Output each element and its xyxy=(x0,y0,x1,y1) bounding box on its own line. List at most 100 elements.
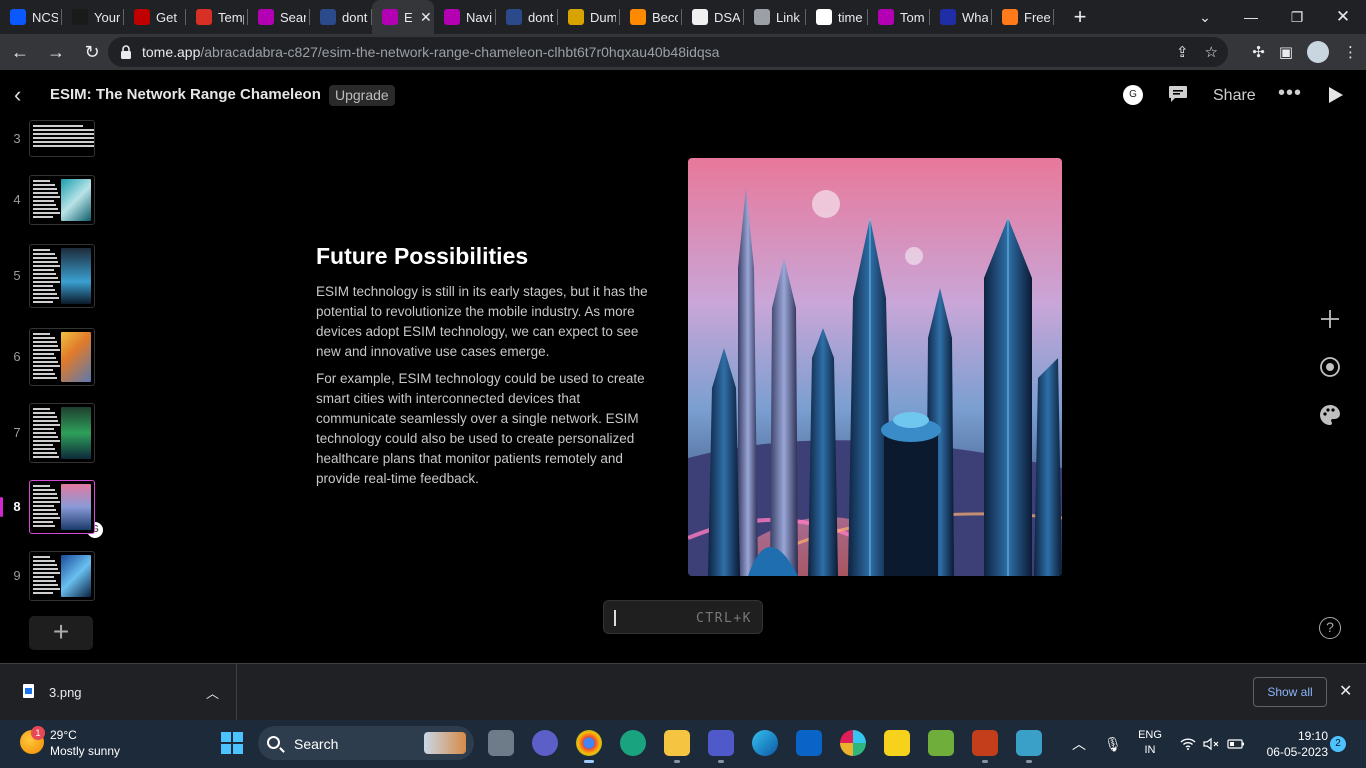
side-panel-icon[interactable]: ▣ xyxy=(1279,43,1293,61)
browser-tab[interactable]: E ✕ xyxy=(372,0,434,34)
lock-icon[interactable] xyxy=(120,45,132,59)
browser-tab[interactable]: DSA xyxy=(682,0,744,34)
meet-camera-icon[interactable] xyxy=(532,730,558,756)
slide-thumbnail-row[interactable]: 6 xyxy=(0,328,110,386)
theme-palette-icon[interactable] xyxy=(1318,403,1342,427)
taskbar-search[interactable]: Search xyxy=(258,726,474,760)
close-window-button[interactable]: ✕ xyxy=(1320,0,1366,34)
browser-tab[interactable]: Tom xyxy=(868,0,930,34)
play-presentation-icon[interactable] xyxy=(1329,87,1343,103)
task-view-icon[interactable] xyxy=(488,730,514,756)
windows-start-icon[interactable] xyxy=(221,732,243,754)
volume-muted-icon[interactable] xyxy=(1203,720,1219,768)
browser-tab[interactable]: Temp xyxy=(186,0,248,34)
browser-tab[interactable]: Your xyxy=(62,0,124,34)
bookmark-star-icon[interactable]: ☆ xyxy=(1205,43,1218,61)
browser-tab[interactable]: Navi xyxy=(434,0,496,34)
futuristic-city-image[interactable] xyxy=(688,158,1062,576)
browser-tab-title: Temp xyxy=(218,9,244,25)
new-tab-button[interactable]: + xyxy=(1064,0,1096,34)
slide-thumbnail[interactable] xyxy=(29,328,95,386)
slide-thumbnail[interactable] xyxy=(29,480,95,534)
powerpoint-icon[interactable] xyxy=(972,730,998,763)
browser-tab[interactable]: Wha xyxy=(930,0,992,34)
command-input[interactable]: CTRL+K xyxy=(603,600,763,634)
more-options-icon[interactable]: ••• xyxy=(1278,82,1302,105)
file-explorer-icon[interactable] xyxy=(664,730,690,763)
forward-button[interactable]: → xyxy=(40,36,72,68)
help-icon[interactable]: ? xyxy=(1319,617,1341,639)
show-all-button[interactable]: Show all xyxy=(1253,677,1327,707)
mail-favicon-icon xyxy=(196,9,212,25)
slide-thumbnail-row[interactable]: 8 xyxy=(0,480,110,534)
notepad-icon[interactable] xyxy=(1016,730,1042,763)
comment-icon[interactable] xyxy=(1168,85,1188,103)
minimize-button[interactable]: — xyxy=(1228,0,1274,34)
profile-avatar[interactable] xyxy=(1307,41,1329,63)
slide-paragraph-2[interactable]: For example, ESIM technology could be us… xyxy=(316,369,664,489)
extensions-puzzle-icon[interactable]: ✣ xyxy=(1252,43,1265,61)
share-button[interactable]: Share xyxy=(1213,87,1256,105)
microphone-icon[interactable]: 🎙 xyxy=(1104,720,1122,768)
language-indicator[interactable]: ENG IN xyxy=(1136,728,1164,758)
thumbnail-person-image xyxy=(61,248,91,304)
document-title[interactable]: ESIM: The Network Range Chameleon xyxy=(50,86,321,103)
slide-thumbnail[interactable] xyxy=(29,120,95,157)
slack-icon[interactable] xyxy=(840,730,866,756)
slide-thumbnail[interactable] xyxy=(29,551,95,601)
browser-tab[interactable]: Beco xyxy=(620,0,682,34)
browser-tab[interactable]: Get xyxy=(124,0,186,34)
slide-thumbnail-row[interactable]: 5 xyxy=(0,244,110,308)
record-icon[interactable] xyxy=(1318,355,1342,379)
tab-search-chevron-icon[interactable]: ⌄ xyxy=(1182,0,1228,34)
browser-tab-title: Beco xyxy=(652,9,678,25)
reload-button[interactable]: ↻ xyxy=(76,36,108,68)
download-item[interactable]: 3.png ︿ xyxy=(0,664,237,720)
maximize-button[interactable]: ❐ xyxy=(1274,0,1320,34)
share-page-icon[interactable]: ⇪ xyxy=(1176,43,1189,61)
browser-tab[interactable]: dont xyxy=(310,0,372,34)
slide-thumbnail-row[interactable]: 4 xyxy=(0,175,110,225)
edge-icon[interactable] xyxy=(752,730,778,756)
system-clock[interactable]: 19:10 06-05-2023 xyxy=(1258,728,1328,760)
browser-tab[interactable]: Dum xyxy=(558,0,620,34)
slide-title[interactable]: Future Possibilities xyxy=(316,243,528,270)
upgrade-button[interactable]: Upgrade xyxy=(329,85,395,106)
sticky-notes-icon[interactable] xyxy=(884,730,910,756)
weather-description[interactable]: Mostly sunny xyxy=(50,744,120,758)
add-slide-button[interactable]: + xyxy=(29,616,93,650)
add-content-icon[interactable] xyxy=(1318,307,1342,331)
browser-tab[interactable]: Sear xyxy=(248,0,310,34)
chevron-up-icon[interactable]: ︿ xyxy=(206,683,219,702)
chatgpt-icon[interactable] xyxy=(620,730,646,756)
wifi-icon[interactable] xyxy=(1180,720,1196,768)
slide-thumbnail-row[interactable]: 9 xyxy=(0,551,110,601)
chart-app-icon[interactable] xyxy=(928,730,954,756)
collaborator-avatar[interactable]: G xyxy=(1123,85,1143,105)
browser-tab[interactable]: Link xyxy=(744,0,806,34)
browser-tab[interactable]: dont xyxy=(496,0,558,34)
browser-tab[interactable]: NCS xyxy=(0,0,62,34)
notification-badge[interactable]: 2 xyxy=(1330,736,1346,752)
back-chevron-icon[interactable]: ‹ xyxy=(14,83,38,107)
close-tab-icon[interactable]: ✕ xyxy=(420,9,432,26)
browser-tab[interactable]: Free xyxy=(992,0,1054,34)
slide-thumbnail[interactable] xyxy=(29,244,95,308)
battery-icon[interactable] xyxy=(1227,720,1245,768)
chrome-icon[interactable] xyxy=(576,730,602,763)
slide-thumbnail[interactable] xyxy=(29,403,95,463)
browser-tab[interactable]: time xyxy=(806,0,868,34)
back-button[interactable]: ← xyxy=(4,36,36,68)
close-downloads-icon[interactable]: ✕ xyxy=(1339,681,1352,701)
weather-temperature[interactable]: 29°C xyxy=(50,728,77,742)
browser-menu-icon[interactable]: ⋮ xyxy=(1343,43,1358,61)
slide-paragraph-1[interactable]: ESIM technology is still in its early st… xyxy=(316,282,664,362)
slide-thumbnail-row[interactable]: 3 xyxy=(0,120,110,157)
slide-thumbnail[interactable] xyxy=(29,175,95,225)
show-hidden-icons-chevron-icon[interactable]: ︿ xyxy=(1072,720,1086,768)
slide-thumbnail-row[interactable]: 7 xyxy=(0,403,110,463)
outlook-icon[interactable] xyxy=(796,730,822,756)
address-bar[interactable]: tome.app/abracadabra-c827/esim-the-netwo… xyxy=(108,37,1228,67)
thumbnail-text-lines xyxy=(33,408,61,460)
teams-icon[interactable] xyxy=(708,730,734,763)
